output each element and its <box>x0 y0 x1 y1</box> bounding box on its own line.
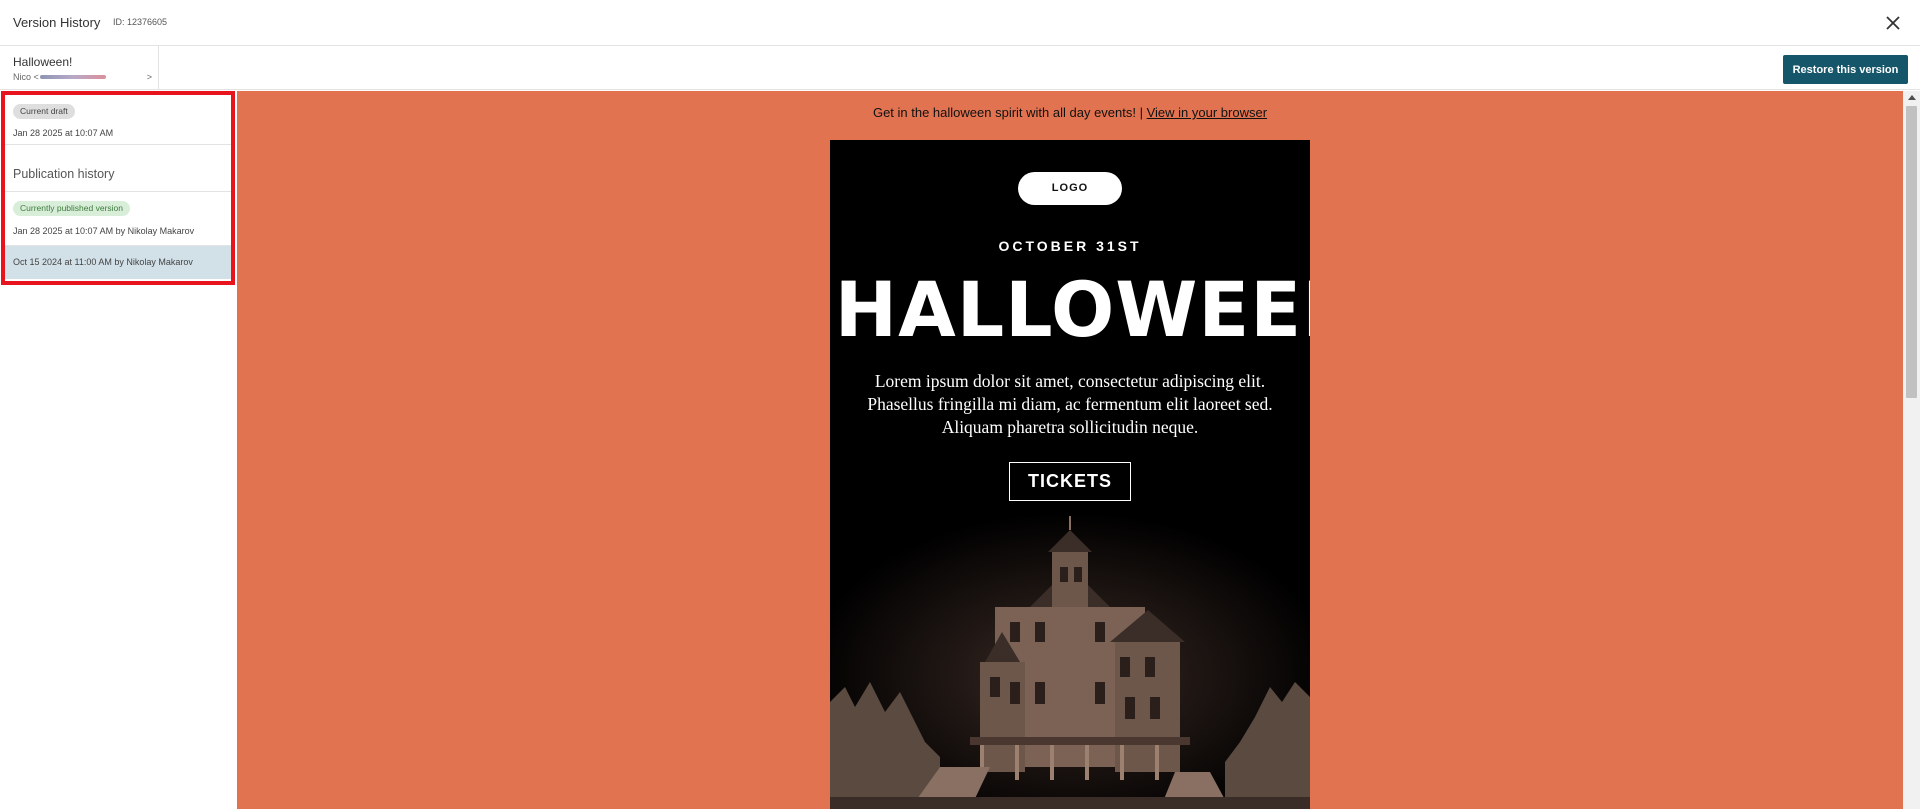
version-sidebar: Current draft Jan 28 2025 at 10:07 AM Pu… <box>0 90 236 809</box>
sub-bar: Halloween! Nico < > <box>0 46 1920 90</box>
campaign-name: Halloween! <box>13 55 73 69</box>
restore-version-button[interactable]: Restore this version <box>1783 55 1908 84</box>
body-line: Aliquam pharetra sollicitudin neque. <box>941 417 1199 437</box>
redacted-email <box>39 75 106 79</box>
email-body: LOGO OCTOBER 31ST HALLOWEEN Lorem ipsum … <box>830 140 1310 809</box>
event-date: OCTOBER 31ST <box>998 238 1142 254</box>
email-preview: Get in the halloween spirit with all day… <box>237 91 1903 809</box>
campaign-sender: Nico < > <box>13 72 152 82</box>
haunted-house-image <box>830 512 1310 809</box>
headline: HALLOWEEN <box>834 265 1310 354</box>
campaign-info: Halloween! Nico < > <box>0 46 159 90</box>
preheader-text: Get in the halloween spirit with all day… <box>872 105 1143 120</box>
scroll-up-arrow-icon[interactable] <box>1908 95 1916 100</box>
sender-close-bracket: > <box>146 72 153 82</box>
document-id: ID: 12376605 <box>113 17 168 27</box>
preheader: Get in the halloween spirit with all day… <box>237 105 1903 120</box>
preview-scrollbar[interactable] <box>1903 91 1920 809</box>
page-title: Version History <box>13 15 101 30</box>
view-in-browser-link[interactable]: View in your browser <box>1147 105 1267 120</box>
body-line: Phasellus fringilla mi diam, ac fermentu… <box>867 394 1273 414</box>
scrollbar-thumb[interactable] <box>1906 106 1917 398</box>
selection-highlight <box>1 91 235 285</box>
tickets-button[interactable]: TICKETS <box>1009 462 1131 501</box>
close-icon[interactable] <box>1880 10 1906 36</box>
body-line: Lorem ipsum dolor sit amet, consectetur … <box>874 371 1266 391</box>
top-bar: Version History ID: 12376605 <box>0 0 1920 46</box>
sender-name: Nico < <box>13 72 39 82</box>
logo-button[interactable]: LOGO <box>1018 172 1122 205</box>
body-text: Lorem ipsum dolor sit amet, consectetur … <box>860 370 1280 439</box>
